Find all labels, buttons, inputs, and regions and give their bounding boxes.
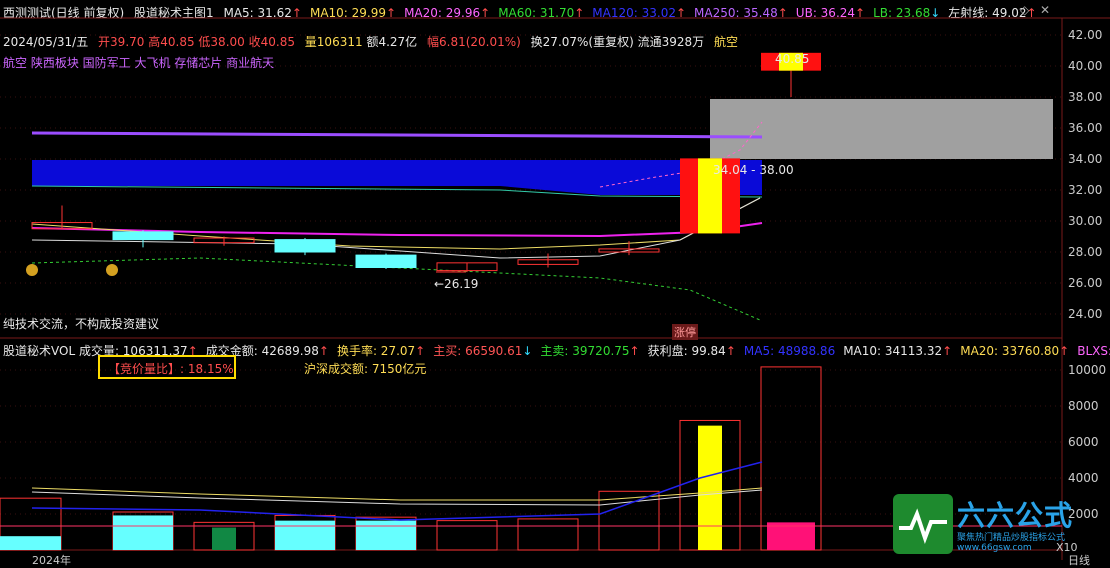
limit-up-tag: 涨停 xyxy=(672,324,698,340)
price-tick: 26.00 xyxy=(1068,276,1103,290)
volume-tick: 8000 xyxy=(1068,399,1099,413)
vol-item-arrow-7: ↑ xyxy=(942,344,953,358)
vol-item-9: BLXS: 1.4 xyxy=(1077,344,1110,358)
candle-body xyxy=(112,231,174,241)
vol-item-3: 主买: 66590.61↓ xyxy=(433,344,533,358)
vol-item-7: MA10: 34113.32↑ xyxy=(843,344,953,358)
volume-bar-fill xyxy=(356,520,416,550)
price-tick: 42.00 xyxy=(1068,28,1103,42)
candle-body xyxy=(274,239,336,253)
brand-url: www.66gsw.com xyxy=(957,543,1032,553)
price-tick: 38.00 xyxy=(1068,90,1103,104)
low-price-arrow: ←26.19 xyxy=(434,277,479,291)
ma250-line xyxy=(31,131,763,139)
price-tick: 36.00 xyxy=(1068,121,1103,135)
auction-ratio-text: 【竞价量比】: 18.15% xyxy=(108,362,234,376)
market-turnover: 沪深成交额: 7150亿元 xyxy=(304,362,427,376)
vol-item-arrow-2: ↑ xyxy=(415,344,426,358)
price-tick: 32.00 xyxy=(1068,183,1103,197)
high-price-label: 40.85 xyxy=(775,52,810,66)
vol-item-2: 换手率: 27.07↑ xyxy=(336,344,426,358)
price-tick: 28.00 xyxy=(1068,245,1103,259)
vol-item-6: MA5: 48988.86 xyxy=(743,344,836,358)
volume-tick: 6000 xyxy=(1068,435,1099,449)
volume-bar-fill xyxy=(212,527,236,550)
ma120-band xyxy=(32,160,762,195)
volume-bar-fill xyxy=(698,425,722,550)
vol-item-5: 获利盘: 99.84↑ xyxy=(647,344,736,358)
main-price-chart[interactable] xyxy=(0,0,1110,565)
auction-ratio-box: 【竞价量比】: 18.15% xyxy=(98,355,236,379)
period-label[interactable]: 日线 xyxy=(1068,552,1090,568)
gap-range-label: 34.04 - 38.00 xyxy=(713,163,794,177)
price-tick: 30.00 xyxy=(1068,214,1103,228)
brand-logo-icon xyxy=(893,494,953,554)
volume-bar-fill xyxy=(113,515,173,550)
vol-ma20-line xyxy=(31,487,763,501)
vol-item-arrow-3: ↓ xyxy=(522,344,533,358)
x-axis-start: 2024年 xyxy=(32,554,71,567)
price-tick: 40.00 xyxy=(1068,59,1103,73)
volume-bar-fill xyxy=(0,536,61,550)
pressure-zone xyxy=(710,99,1053,159)
vol-item-arrow-4: ↑ xyxy=(629,344,640,358)
volume-bar-fill xyxy=(275,520,335,550)
volume-tick: 10000 xyxy=(1068,363,1107,377)
vol-item-8: MA20: 33760.80↑ xyxy=(960,344,1070,358)
price-tick: 34.00 xyxy=(1068,152,1103,166)
money-bag-icon xyxy=(26,264,38,276)
vol-item-arrow-1: ↑ xyxy=(318,344,329,358)
price-tick: 24.00 xyxy=(1068,307,1103,321)
brand-slogan: 聚焦热门精品炒股指标公式 xyxy=(957,533,1066,543)
volume-bar-outline xyxy=(436,520,498,551)
candle-body xyxy=(355,254,417,269)
brand-name: 六六公式 xyxy=(957,499,1074,532)
vol-item-arrow-5: ↑ xyxy=(725,344,736,358)
vol-item-arrow-8: ↑ xyxy=(1059,344,1070,358)
vol-item-4: 主卖: 39720.75↑ xyxy=(540,344,640,358)
volume-bar-fill xyxy=(767,522,815,550)
brand-watermark: 六六公式 聚焦热门精品炒股指标公式 www.66gsw.com xyxy=(893,494,1072,556)
money-bag-icon xyxy=(106,264,118,276)
volume-tick: 4000 xyxy=(1068,471,1099,485)
volume-bar-outline xyxy=(517,518,579,551)
